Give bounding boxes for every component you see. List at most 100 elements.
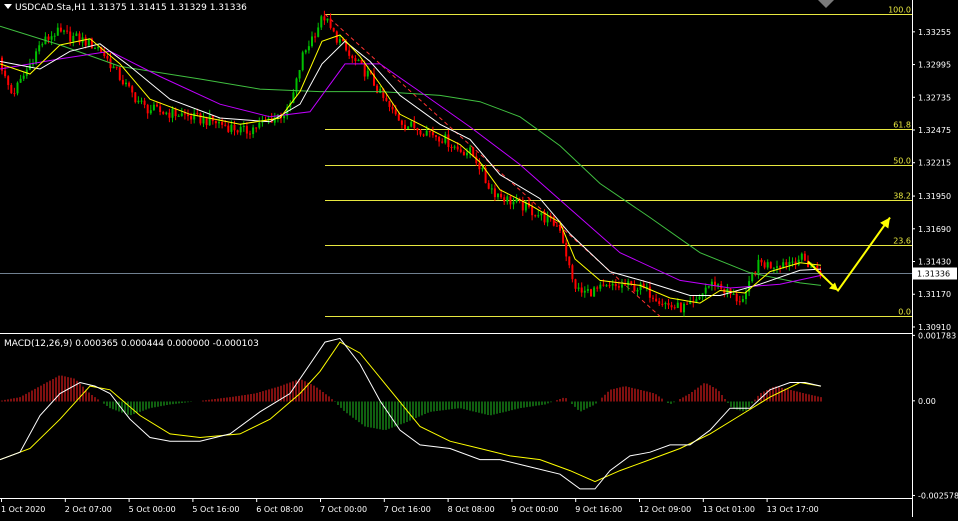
- candle-body: [354, 58, 357, 62]
- fib-level-label: 0.0: [898, 308, 911, 317]
- symbol-label: USDCAD.Sta,H1: [15, 3, 87, 13]
- candle-body: [555, 225, 558, 227]
- candle-body: [577, 287, 580, 289]
- candle-body: [686, 303, 689, 305]
- candle-body: [810, 266, 813, 268]
- candle-body: [763, 262, 766, 268]
- fib-level-label: 50.0: [893, 157, 911, 166]
- price-candle: [134, 92, 137, 104]
- candle-body: [379, 88, 382, 94]
- candle-body: [782, 262, 785, 268]
- macd-header: MACD(12,26,9) 0.000365 0.000444 0.000000…: [4, 339, 259, 349]
- price-axis-label: 1.31690: [918, 225, 951, 234]
- candle-body: [388, 100, 391, 107]
- candle-body: [245, 126, 248, 134]
- candle-body: [199, 113, 202, 124]
- candle-body: [481, 168, 484, 170]
- candle-body: [673, 307, 676, 309]
- candle-body: [190, 116, 193, 120]
- candle-body: [574, 279, 577, 289]
- candle-body: [683, 303, 685, 313]
- candle-body: [75, 33, 78, 36]
- candle-body: [258, 122, 261, 128]
- candle-body: [50, 36, 53, 40]
- candle-body: [227, 125, 230, 132]
- candle-body: [478, 163, 481, 170]
- candle-body: [162, 111, 165, 114]
- candle-body: [760, 259, 763, 263]
- candle-body: [447, 134, 450, 148]
- candle-body: [444, 134, 447, 143]
- candle-body: [769, 262, 772, 269]
- candle-body: [143, 100, 146, 105]
- candle-body: [540, 212, 543, 216]
- candle-body: [177, 115, 180, 117]
- candle-body: [239, 126, 242, 133]
- time-axis-label: 12 Oct 09:00: [639, 505, 691, 514]
- candle-body: [338, 39, 341, 43]
- dropdown-triangle-icon[interactable]: [4, 4, 12, 9]
- candle-body: [13, 93, 16, 95]
- candle-body: [583, 290, 586, 293]
- time-axis-label: 5 Oct 16:00: [192, 505, 239, 514]
- time-axis-label: 9 Oct 16:00: [575, 505, 622, 514]
- candle-body: [757, 259, 760, 275]
- candle-body: [404, 124, 406, 130]
- candle-body: [47, 36, 50, 40]
- candle-body: [363, 63, 366, 77]
- price-axis-label: 1.32215: [918, 159, 951, 168]
- price-axis-label: 1.31430: [918, 258, 951, 267]
- chart-shift-marker[interactable]: [818, 0, 834, 8]
- candle-body: [196, 112, 199, 114]
- candle-body: [661, 303, 664, 305]
- candle-body: [307, 46, 310, 51]
- candle-body: [630, 281, 633, 285]
- candle-body: [205, 117, 208, 126]
- candle-body: [19, 78, 22, 83]
- candle-body: [397, 114, 400, 121]
- candle-body: [676, 302, 679, 308]
- candle-body: [174, 108, 177, 117]
- candle-body: [735, 293, 738, 302]
- candle-body: [125, 82, 127, 85]
- candle-body: [537, 215, 540, 217]
- candle-body: [590, 289, 592, 297]
- candle-body: [791, 261, 794, 263]
- fib-level-label: 23.6: [893, 237, 911, 246]
- candle-body: [503, 197, 506, 202]
- candle-body: [776, 266, 778, 268]
- chart-root[interactable]: 100.0 61.8 50.0 38.2 23.6 0.0 1.33255 1.32995 1…: [0, 0, 958, 517]
- candle-body: [187, 114, 189, 117]
- time-axis-label: 9 Oct 00:00: [511, 505, 558, 514]
- candle-body: [438, 136, 441, 142]
- candle-body: [648, 286, 651, 298]
- candle-body: [69, 31, 72, 42]
- candle-body: [704, 287, 707, 294]
- macd-axis-label: -0.002578: [918, 491, 958, 500]
- candle-body: [435, 135, 437, 137]
- candle-body: [608, 285, 611, 287]
- candle-body: [22, 75, 25, 79]
- ohlc-values: 1.31375 1.31415 1.31329 1.31336: [89, 3, 247, 13]
- candle-body: [171, 108, 174, 118]
- candle-body: [469, 147, 472, 153]
- price-candle: [199, 112, 202, 126]
- candle-body: [66, 30, 69, 32]
- candle-body: [59, 27, 62, 32]
- candle-body: [493, 188, 496, 198]
- candle-body: [512, 201, 515, 205]
- candle-body: [785, 262, 788, 266]
- candle-body: [208, 115, 211, 126]
- candle-body: [571, 265, 574, 280]
- price-candle: [335, 30, 338, 45]
- candle-body: [146, 104, 149, 114]
- candle-body: [84, 37, 87, 46]
- candle-body: [283, 115, 286, 119]
- candle-body: [131, 86, 134, 93]
- chart-svg[interactable]: 100.0 61.8 50.0 38.2 23.6 0.0 1.33255 1.32995 1…: [0, 0, 958, 517]
- candle-body: [137, 100, 140, 103]
- candle-body: [183, 113, 186, 115]
- candle-body: [652, 297, 654, 299]
- candle-body: [140, 100, 143, 102]
- candle-body: [456, 146, 459, 150]
